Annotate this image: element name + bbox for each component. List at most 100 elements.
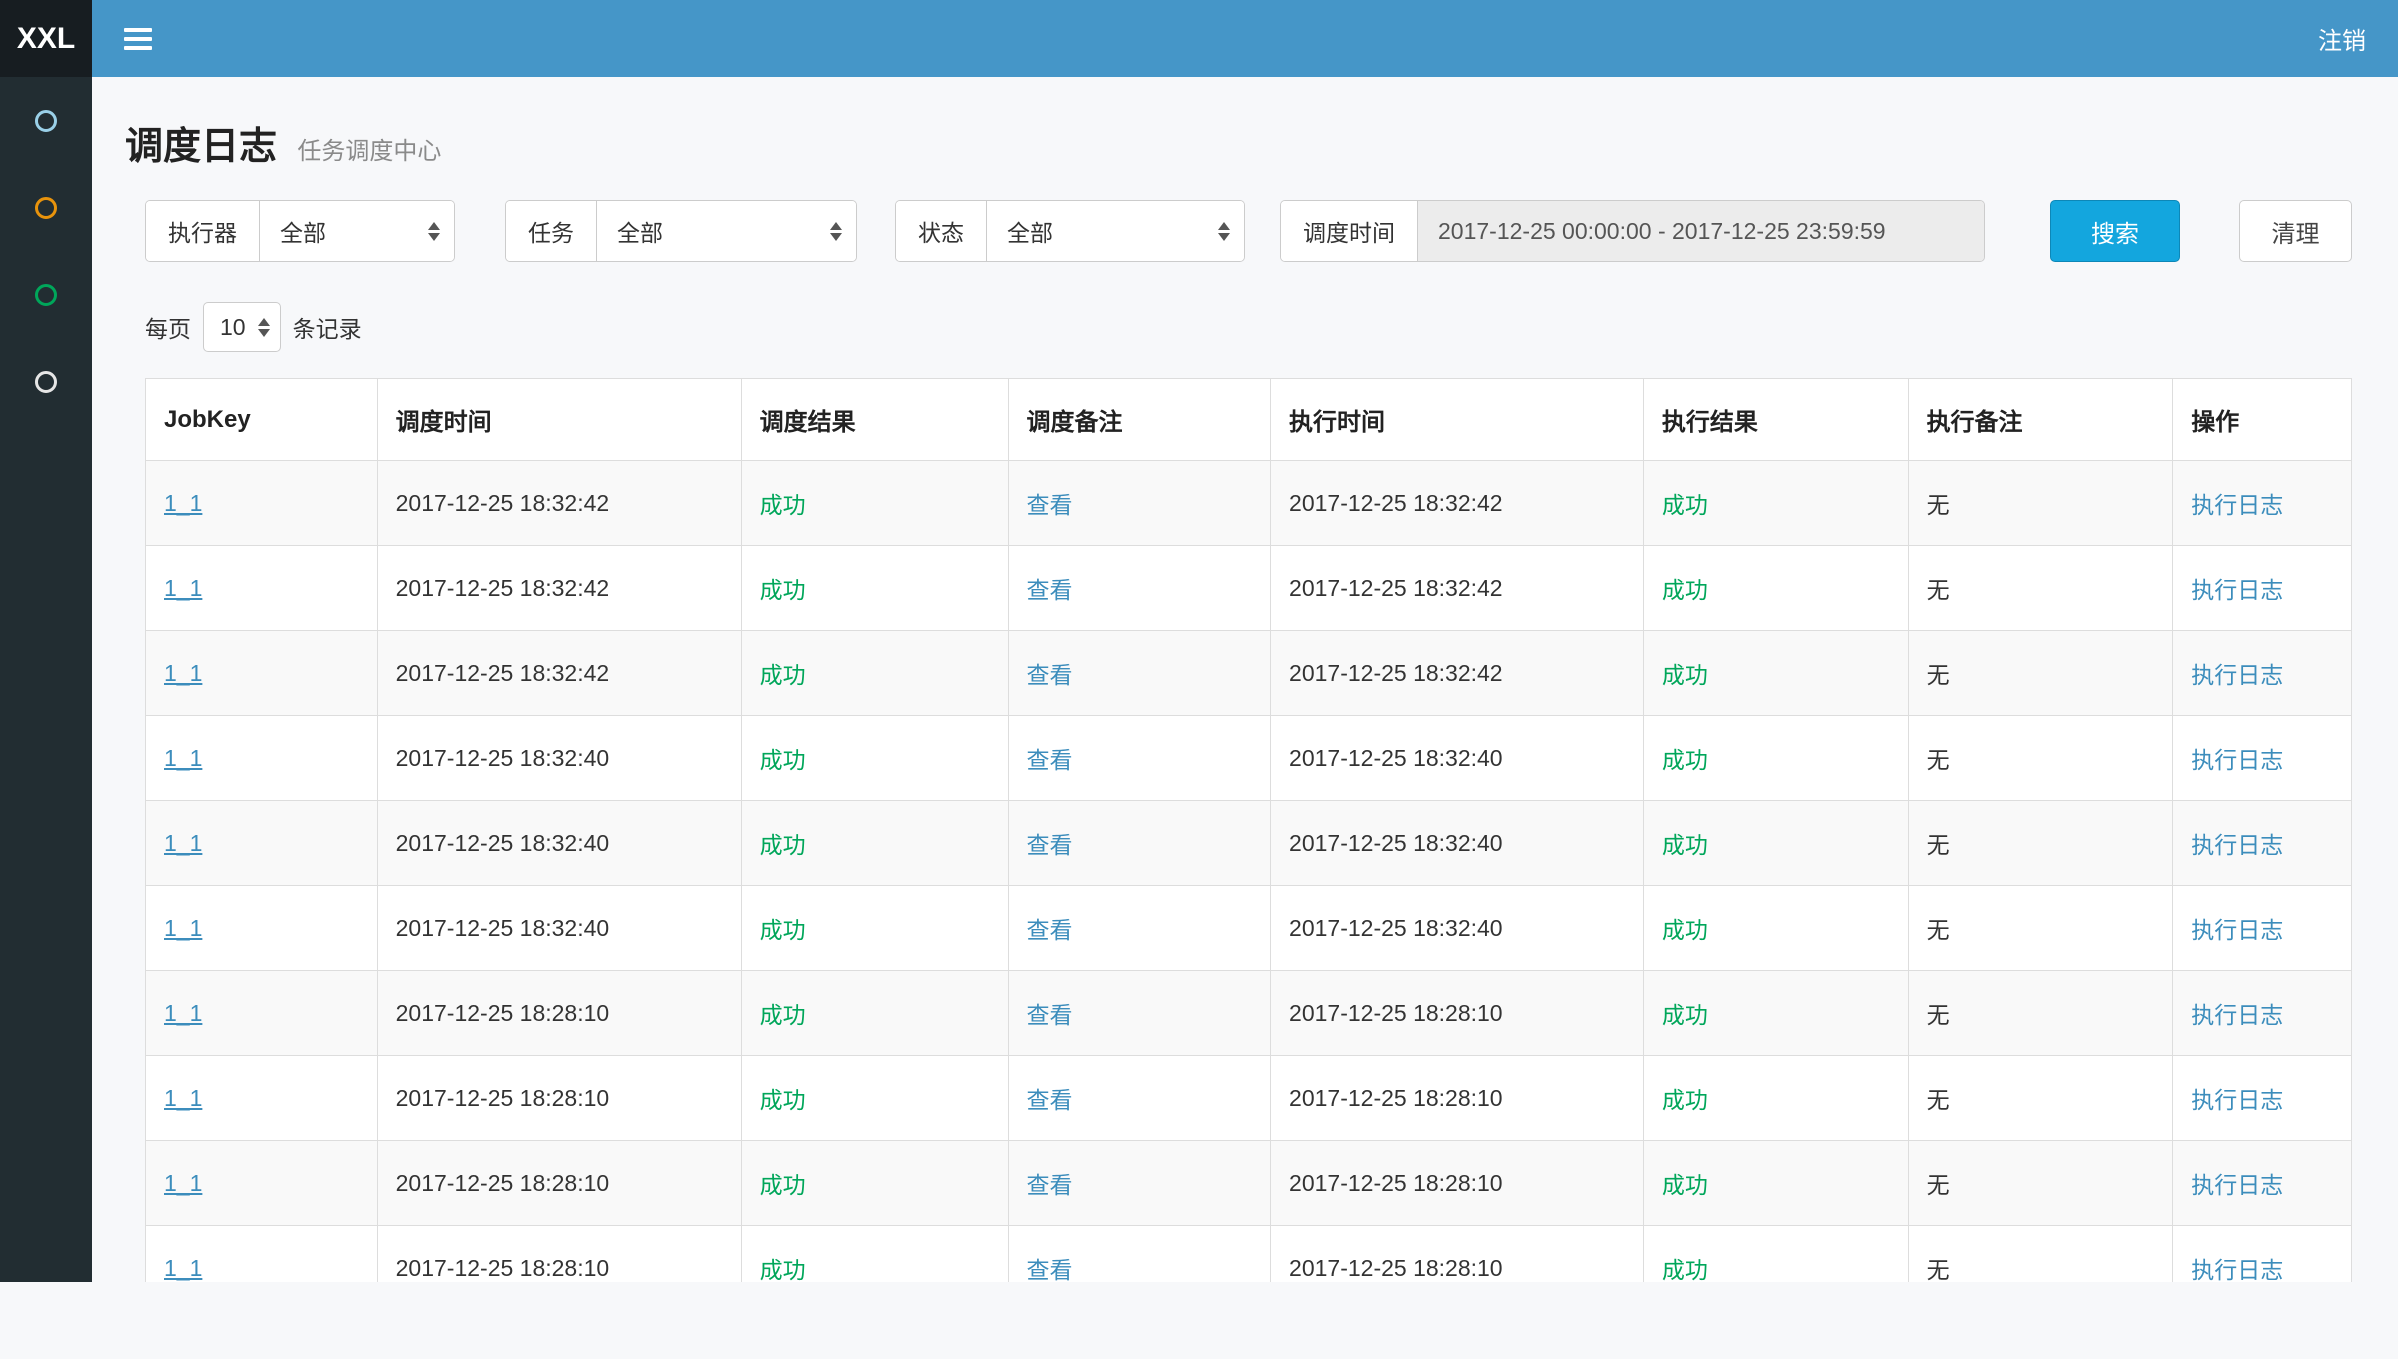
clear-button[interactable]: 清理 [2239,200,2352,262]
sidebar-menu [0,77,92,425]
jobkey-link[interactable]: 1_1 [164,830,202,856]
exec-remark: 无 [1927,1002,1950,1028]
page-size-select[interactable]: 10 [203,302,281,352]
table-row: 1_1 2017-12-25 18:32:40 成功 查看 2017-12-25… [146,716,2352,801]
dispatch-result: 成功 [760,1087,806,1113]
exec-log-link[interactable]: 执行日志 [2191,832,2283,858]
exec-log-link[interactable]: 执行日志 [2191,1257,2283,1282]
exec-log-link[interactable]: 执行日志 [2191,917,2283,943]
exec-log-link[interactable]: 执行日志 [2191,662,2283,688]
dispatch-remark-link[interactable]: 查看 [1027,1172,1073,1198]
circle-icon [35,197,57,219]
exec-result: 成功 [1662,492,1708,518]
exec-remark: 无 [1927,832,1950,858]
dispatch-remark-link[interactable]: 查看 [1027,747,1073,773]
dispatch-time: 2017-12-25 18:32:40 [396,830,610,856]
schedule-time-label: 调度时间 [1281,201,1418,261]
exec-remark: 无 [1927,662,1950,688]
page-size-value: 10 [220,314,246,341]
exec-log-link[interactable]: 执行日志 [2191,492,2283,518]
sidebar-item-1[interactable] [0,77,92,164]
exec-remark: 无 [1927,1087,1950,1113]
status-select[interactable]: 全部 [987,201,1244,261]
column-header: 调度备注 [1008,379,1271,461]
page-title: 调度日志 [125,126,277,168]
exec-time: 2017-12-25 18:28:10 [1289,1000,1503,1026]
dispatch-time: 2017-12-25 18:32:40 [396,915,610,941]
exec-log-link[interactable]: 执行日志 [2191,577,2283,603]
exec-log-link[interactable]: 执行日志 [2191,1172,2283,1198]
circle-icon [35,110,57,132]
exec-time: 2017-12-25 18:28:10 [1289,1170,1503,1196]
dispatch-remark-link[interactable]: 查看 [1027,577,1073,603]
exec-time: 2017-12-25 18:28:10 [1289,1085,1503,1111]
filter-bar: 执行器 全部 任务 全部 状态 全部 [145,200,2352,262]
exec-time: 2017-12-25 18:32:40 [1289,830,1503,856]
dispatch-remark-link[interactable]: 查看 [1027,492,1073,518]
dispatch-time: 2017-12-25 18:28:10 [396,1170,610,1196]
exec-result: 成功 [1662,1087,1708,1113]
jobkey-link[interactable]: 1_1 [164,490,202,516]
jobkey-link[interactable]: 1_1 [164,1085,202,1111]
jobkey-link[interactable]: 1_1 [164,1255,202,1281]
column-header: 执行时间 [1271,379,1644,461]
jobkey-link[interactable]: 1_1 [164,575,202,601]
exec-result: 成功 [1662,747,1708,773]
executor-filter-label: 执行器 [146,201,260,261]
exec-result: 成功 [1662,1002,1708,1028]
logout-link[interactable]: 注销 [2318,21,2366,56]
job-select[interactable]: 全部 [597,201,856,261]
sidebar-item-4[interactable] [0,338,92,425]
exec-remark: 无 [1927,577,1950,603]
table-row: 1_1 2017-12-25 18:32:42 成功 查看 2017-12-25… [146,546,2352,631]
sidebar-toggle-button[interactable] [124,23,152,55]
exec-remark: 无 [1927,747,1950,773]
jobkey-link[interactable]: 1_1 [164,1000,202,1026]
executor-filter-group: 执行器 全部 [145,200,455,262]
exec-log-link[interactable]: 执行日志 [2191,1002,2283,1028]
job-filter-group: 任务 全部 [505,200,857,262]
select-arrows-icon [830,222,842,241]
sidebar [0,77,92,1282]
top-navbar: XXL 注销 [0,0,2398,77]
column-header: 调度时间 [377,379,741,461]
dispatch-result: 成功 [760,492,806,518]
search-button[interactable]: 搜索 [2050,200,2180,262]
dispatch-time: 2017-12-25 18:28:10 [396,1255,610,1281]
page-size-prefix: 每页 [145,310,191,344]
status-filter-group: 状态 全部 [895,200,1245,262]
table-row: 1_1 2017-12-25 18:32:40 成功 查看 2017-12-25… [146,886,2352,971]
exec-log-link[interactable]: 执行日志 [2191,747,2283,773]
schedule-time-input[interactable] [1418,201,1984,261]
table-row: 1_1 2017-12-25 18:32:40 成功 查看 2017-12-25… [146,801,2352,886]
sidebar-item-2[interactable] [0,164,92,251]
exec-time: 2017-12-25 18:32:40 [1289,745,1503,771]
table-row: 1_1 2017-12-25 18:32:42 成功 查看 2017-12-25… [146,631,2352,716]
dispatch-remark-link[interactable]: 查看 [1027,1002,1073,1028]
executor-select[interactable]: 全部 [260,201,454,261]
sidebar-item-3[interactable] [0,251,92,338]
page-size-suffix: 条记录 [293,310,362,344]
jobkey-link[interactable]: 1_1 [164,915,202,941]
dispatch-time: 2017-12-25 18:32:40 [396,745,610,771]
dispatch-remark-link[interactable]: 查看 [1027,1087,1073,1113]
dispatch-result: 成功 [760,662,806,688]
app-logo[interactable]: XXL [0,0,92,77]
jobkey-link[interactable]: 1_1 [164,660,202,686]
dispatch-remark-link[interactable]: 查看 [1027,832,1073,858]
exec-log-link[interactable]: 执行日志 [2191,1087,2283,1113]
dispatch-remark-link[interactable]: 查看 [1027,1257,1073,1282]
jobkey-link[interactable]: 1_1 [164,1170,202,1196]
column-header: JobKey [146,379,378,461]
exec-result: 成功 [1662,1172,1708,1198]
dispatch-remark-link[interactable]: 查看 [1027,662,1073,688]
dispatch-remark-link[interactable]: 查看 [1027,917,1073,943]
select-arrows-icon [1218,222,1230,241]
status-select-value: 全部 [1007,214,1053,248]
exec-time: 2017-12-25 18:32:42 [1289,660,1503,686]
dispatch-result: 成功 [760,1172,806,1198]
jobkey-link[interactable]: 1_1 [164,745,202,771]
dispatch-time: 2017-12-25 18:28:10 [396,1085,610,1111]
exec-result: 成功 [1662,662,1708,688]
log-table-body: 1_1 2017-12-25 18:32:42 成功 查看 2017-12-25… [146,461,2352,1283]
